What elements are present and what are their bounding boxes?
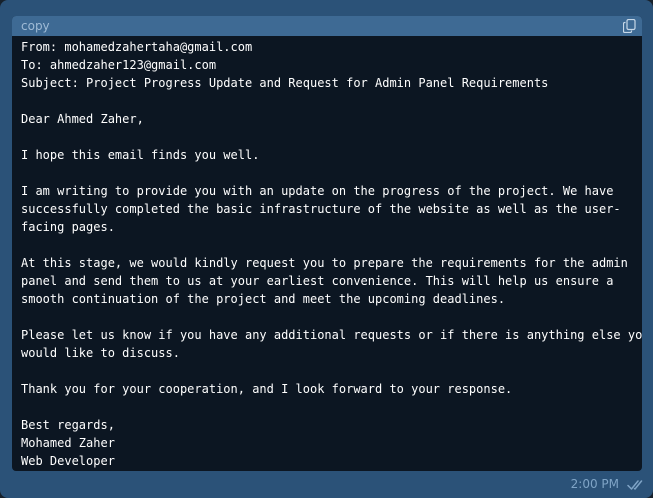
code-text[interactable]: From: mohamedzahertaha@gmail.com To: ahme… (21, 38, 642, 470)
code-block-header: copy (12, 16, 642, 36)
code-line: I hope this email finds you well. (21, 148, 260, 162)
code-block[interactable]: copy From: mohamedzahertaha@gmail.com To:… (12, 16, 642, 471)
message-bubble: copy From: mohamedzahertaha@gmail.com To:… (0, 0, 653, 498)
code-line: Dear Ahmed Zaher, (21, 112, 144, 126)
code-line: facing pages. (21, 220, 115, 234)
code-line: panel and send them to us at your earlie… (21, 274, 614, 288)
code-line: Subject: Project Progress Update and Req… (21, 76, 549, 90)
code-line: To: ahmedzaher123@gmail.com (21, 58, 217, 72)
code-line: From: mohamedzahertaha@gmail.com (21, 40, 253, 54)
copy-icon[interactable] (622, 18, 636, 34)
code-line: smooth continuation of the project and m… (21, 292, 506, 306)
code-line: Please let us know if you have any addit… (21, 328, 642, 342)
code-line: At this stage, we would kindly request y… (21, 256, 628, 270)
code-line: I am writing to provide you with an upda… (21, 184, 614, 198)
code-line: Web Developer (21, 454, 115, 468)
code-language-label: copy (21, 19, 50, 33)
code-line: Thank you for your cooperation, and I lo… (21, 382, 513, 396)
code-line: would like to discuss. (21, 346, 180, 360)
message-time: 2:00 PM (570, 477, 619, 491)
double-check-icon (627, 478, 645, 490)
code-line: successfully completed the basic infrast… (21, 202, 621, 216)
message-meta: 2:00 PM (571, 476, 645, 492)
code-line: Best regards, (21, 418, 115, 432)
code-line: Mohamed Zaher (21, 436, 115, 450)
